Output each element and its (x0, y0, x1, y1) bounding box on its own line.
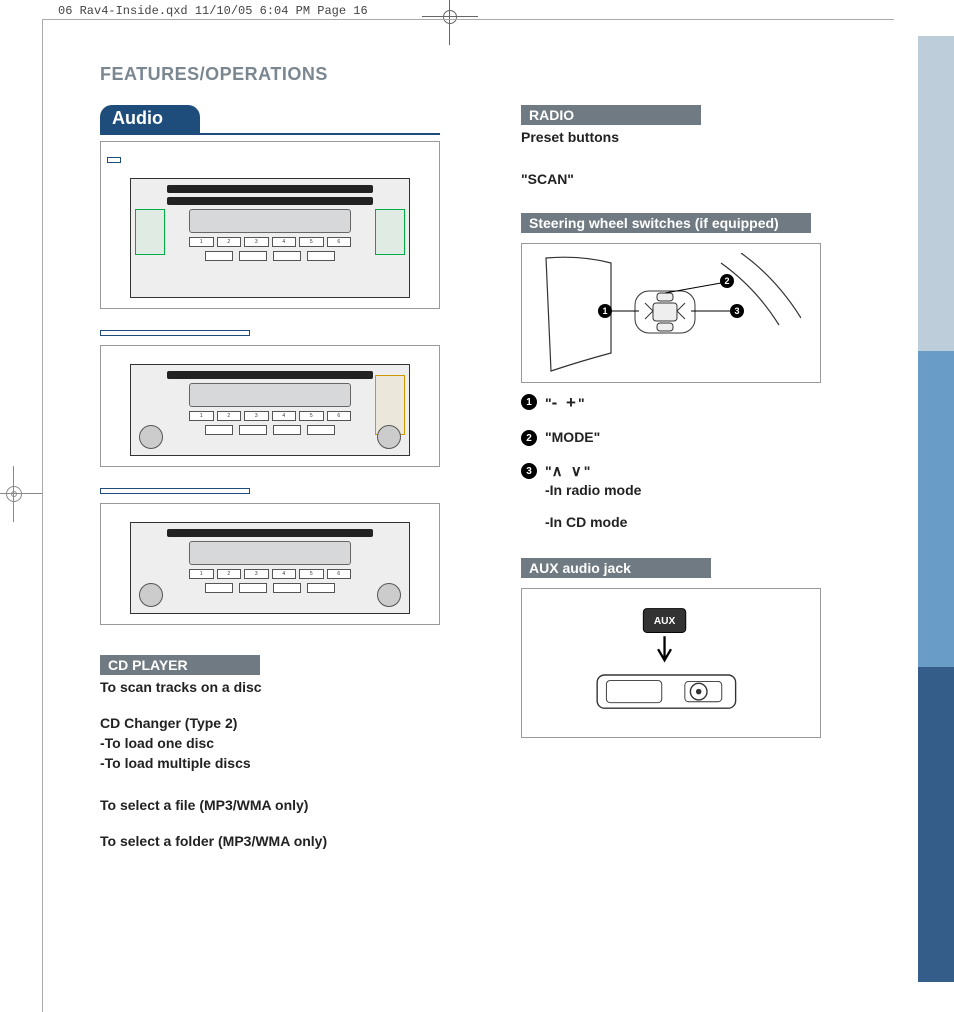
bullet-1-icon: 1 (521, 394, 537, 410)
bullet-3-icon: 3 (521, 463, 537, 479)
radio-figure-type1: 123 456 (100, 141, 440, 309)
svg-text:1: 1 (602, 306, 607, 316)
steering-item-3-label: "∧ ∨" -In radio mode -In CD mode (545, 462, 641, 530)
side-tab-1 (918, 36, 954, 351)
type1-label (107, 157, 121, 163)
audio-heading: Audio (100, 105, 200, 133)
radio-heading: RADIO (521, 105, 701, 125)
page-content: FEATURES/OPERATIONS Audio 123 456 (100, 64, 886, 992)
cd-scan-tracks: To scan tracks on a disc (100, 679, 465, 695)
type3-label (100, 488, 250, 494)
steering-item-3-sub1: -In radio mode (545, 482, 641, 498)
steering-item-1: 1 "- +" (521, 393, 886, 413)
radio-unit-type3: 123 456 (130, 522, 410, 614)
crop-line-top (42, 19, 894, 20)
cd-select-folder: To select a folder (MP3/WMA only) (100, 833, 465, 849)
svg-text:2: 2 (724, 276, 729, 286)
steering-figure: 1 2 3 (521, 243, 821, 383)
radio-figure-type2: 123 456 (100, 345, 440, 467)
radio-scan: "SCAN" (521, 171, 886, 187)
steering-item-1-label: "- +" (545, 393, 585, 413)
right-column: RADIO Preset buttons "SCAN" Steering whe… (521, 105, 886, 853)
side-tabs (918, 36, 954, 982)
steering-list: 1 "- +" 2 "MODE" 3 "∧ ∨" -In radio mode … (521, 393, 886, 530)
type2-label (100, 330, 250, 336)
cd-player-heading: CD PLAYER (100, 655, 260, 675)
radio-unit-type1: 123 456 (130, 178, 410, 298)
aux-heading: AUX audio jack (521, 558, 711, 578)
registration-mark-top (440, 7, 460, 27)
radio-preset: Preset buttons (521, 129, 886, 145)
registration-mark-left (0, 480, 28, 508)
steering-item-3-sub2: -In CD mode (545, 514, 641, 530)
steering-item-3: 3 "∧ ∨" -In radio mode -In CD mode (521, 462, 886, 530)
cd-load-one: -To load one disc (100, 735, 465, 751)
steering-diagram-icon: 1 2 3 (541, 253, 801, 373)
svg-text:AUX: AUX (654, 616, 676, 627)
steering-item-2-label: "MODE" (545, 429, 600, 445)
left-column: Audio 123 456 (100, 105, 465, 853)
aux-figure: AUX (521, 588, 821, 738)
crop-line-left (42, 19, 43, 1012)
aux-diagram-icon: AUX (571, 603, 771, 723)
section-title: FEATURES/OPERATIONS (100, 64, 886, 85)
svg-text:3: 3 (734, 306, 739, 316)
print-header: 06 Rav4-Inside.qxd 11/10/05 6:04 PM Page… (58, 4, 368, 18)
bullet-2-icon: 2 (521, 430, 537, 446)
radio-unit-type2: 123 456 (130, 364, 410, 456)
steering-heading: Steering wheel switches (if equipped) (521, 213, 811, 233)
cd-select-file: To select a file (MP3/WMA only) (100, 797, 465, 813)
side-tab-3 (918, 667, 954, 982)
cd-changer: CD Changer (Type 2) (100, 715, 465, 731)
steering-item-2: 2 "MODE" (521, 429, 886, 446)
radio-figure-type3: 123 456 (100, 503, 440, 625)
side-tab-2 (918, 351, 954, 666)
cd-load-multi: -To load multiple discs (100, 755, 465, 771)
audio-divider (100, 133, 440, 135)
